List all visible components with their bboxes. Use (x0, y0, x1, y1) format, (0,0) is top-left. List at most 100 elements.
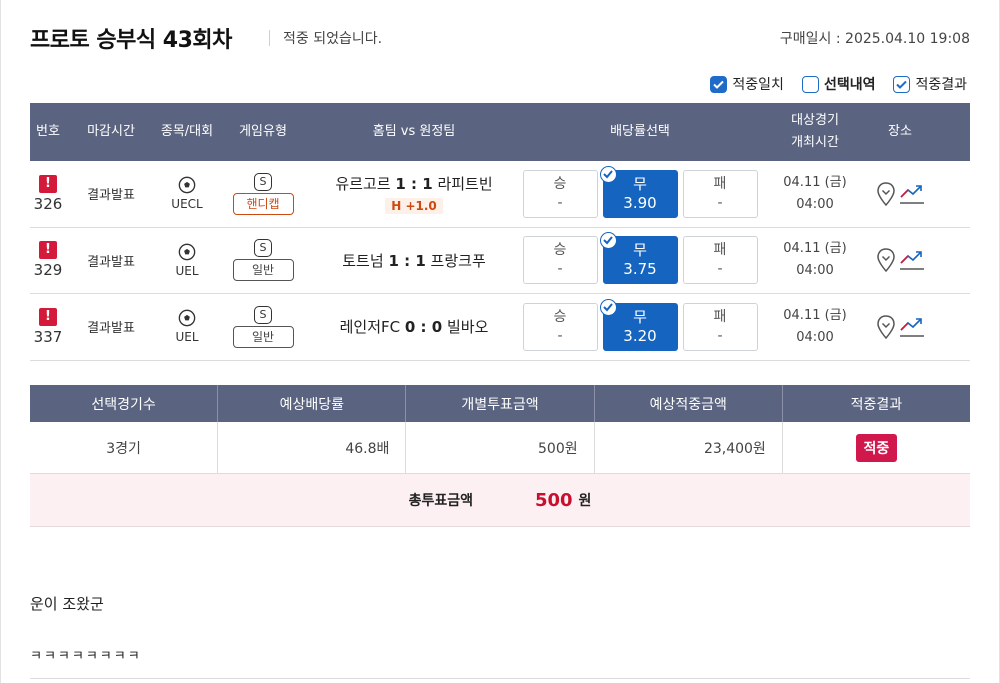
summary-bet-amount: 500원 (406, 422, 595, 473)
odds-label: 패 (713, 242, 727, 259)
comment-line-2: ㅋㅋㅋㅋㅋㅋㅋㅋ (30, 649, 142, 664)
filter-selection[interactable]: 선택내역 (801, 74, 876, 94)
game-no-cell: ! 337 (30, 307, 66, 346)
col-time-line2: 개최시간 (791, 135, 839, 150)
selected-check-icon (599, 298, 617, 316)
odds-button-win[interactable]: 승- (522, 236, 598, 285)
odds-label: 승 (553, 308, 567, 325)
game-no-cell: ! 329 (30, 241, 66, 279)
away-team: 프랑크푸 (430, 251, 486, 270)
alert-icon: ! (39, 241, 57, 260)
match-date: 04.11 (금) (783, 241, 847, 257)
odds-button-draw[interactable]: 무 3.90 (599, 165, 678, 218)
win-badge: 적중 (855, 433, 898, 462)
s-badge: S (254, 239, 272, 258)
sport-cell: UEL (156, 309, 218, 344)
bottom-divider (30, 678, 970, 679)
match-score: 1 : 1 (395, 175, 433, 194)
away-team: 빌바오 (447, 318, 489, 337)
location-pin-icon[interactable] (876, 247, 896, 273)
comment-line-1: 운이 조왔군 (30, 595, 104, 613)
odds-value: - (717, 327, 723, 344)
odds-button-lose[interactable]: 패- (682, 169, 758, 218)
match-cell: 유르고르 1 : 1 라피트빈 H +1.0 (308, 173, 520, 215)
stats-chart-icon[interactable] (899, 314, 925, 340)
alert-icon: ! (39, 174, 57, 193)
away-team: 라피트빈 (437, 175, 493, 194)
checkbox-checked-icon[interactable] (710, 75, 728, 93)
odds-button-lose[interactable]: 패- (682, 302, 758, 351)
match-time-cell: 04.11 (금) 04:00 (760, 172, 870, 216)
match-time-cell: 04.11 (금) 04:00 (760, 238, 870, 282)
odds-selection: 승 - 무 3.90 패 - (520, 165, 760, 218)
filter-result-label: 적중결과 (915, 77, 967, 93)
total-label: 총투표금액 (408, 493, 473, 509)
game-number: 337 (33, 327, 63, 346)
odds-value: - (557, 261, 563, 278)
table-row: ! 337 결과발표 UEL S 일반 레인저FC 0 : 0 빌바오 승 - 무 3.20 패 -04… (30, 294, 970, 361)
stats-chart-icon[interactable] (899, 247, 925, 273)
sport-cell: UEL (156, 243, 218, 278)
table-row: ! 329 결과발표 UEL S 일반 토트넘 1 : 1 프랑크푸 승 - 무 3.75 패 -04.… (30, 228, 970, 294)
game-type-cell: S 핸디캡 (218, 172, 308, 215)
odds-selection: 승 - 무 3.75 패 - (520, 232, 760, 285)
close-status: 결과발표 (87, 321, 135, 337)
filter-match[interactable]: 적중일치 (710, 74, 784, 94)
result-message: 적중 되었습니다. (283, 31, 383, 47)
summary-expected-win: 23,400원 (595, 422, 783, 473)
venue-cell (870, 247, 930, 273)
odds-button-win[interactable]: 승- (522, 169, 598, 218)
title-divider (269, 30, 270, 46)
odds-button-draw[interactable]: 무 3.75 (599, 232, 678, 285)
sport-cell: UECL (156, 176, 218, 211)
venue-cell (870, 314, 930, 340)
location-pin-icon[interactable] (876, 314, 896, 340)
filter-result[interactable]: 적중결과 (893, 74, 967, 94)
game-type-cell: S 일반 (218, 305, 308, 348)
soccer-ball-icon (178, 243, 196, 261)
game-no-cell: ! 326 (30, 174, 66, 213)
game-type-badge: 일반 (232, 325, 294, 348)
odds-label: 패 (713, 175, 727, 192)
summary-col-games: 선택경기수 (30, 385, 219, 422)
total-amount: 500 (534, 489, 573, 511)
game-number: 329 (33, 261, 63, 280)
s-badge: S (254, 305, 272, 324)
checkbox-empty-icon[interactable] (801, 75, 819, 93)
odds-button-draw[interactable]: 무 3.20 (599, 298, 678, 351)
filter-selection-label: 선택내역 (823, 77, 876, 93)
match-score: 0 : 0 (404, 318, 443, 337)
page-header: 프로토 승부식 43회차 적중 되었습니다. 구매일시 : 2025.04.10… (30, 22, 970, 54)
col-close: 마감시간 (87, 124, 135, 139)
handicap-tag: H +1.0 (385, 198, 443, 215)
summary-row: 3경기 46.8배 500원 23,400원 적중 (30, 422, 970, 474)
odds-button-lose[interactable]: 패- (682, 236, 758, 285)
match-time-cell: 04.11 (금) 04:00 (760, 305, 870, 349)
filter-bar: 적중일치 선택내역 적중결과 (710, 74, 967, 94)
match-date: 04.11 (금) (783, 174, 847, 190)
games-table: 번호 마감시간 종목/대회 게임유형 홈팀 vs 원정팀 배당률선택 대상경기 … (30, 103, 970, 361)
selected-check-icon (599, 165, 617, 183)
home-team: 토트넘 (342, 251, 384, 270)
total-unit: 원 (578, 493, 592, 509)
col-type: 게임유형 (239, 124, 287, 139)
odds-value: - (717, 261, 723, 278)
location-pin-icon[interactable] (876, 181, 896, 207)
match-time: 04:00 (796, 329, 834, 345)
match-text: 토트넘 1 : 1 프랑크푸 (342, 250, 486, 271)
stats-chart-icon[interactable] (899, 181, 925, 207)
col-venue: 장소 (888, 124, 912, 139)
summary-col-result: 적중결과 (850, 396, 903, 413)
checkbox-outline-check-icon[interactable] (893, 75, 911, 93)
league-name: UECL (171, 197, 203, 212)
home-team: 레인저FC (339, 318, 401, 337)
soccer-ball-icon (178, 176, 196, 194)
alert-icon: ! (39, 307, 57, 326)
odds-value: - (717, 194, 723, 211)
col-time: 대상경기 개최시간 (760, 110, 870, 154)
odds-button-win[interactable]: 승- (522, 302, 598, 351)
selected-check-icon (599, 232, 617, 250)
games-table-header: 번호 마감시간 종목/대회 게임유형 홈팀 vs 원정팀 배당률선택 대상경기 … (30, 103, 970, 161)
match-date: 04.11 (금) (783, 307, 847, 323)
summary-odds: 46.8배 (218, 422, 407, 473)
